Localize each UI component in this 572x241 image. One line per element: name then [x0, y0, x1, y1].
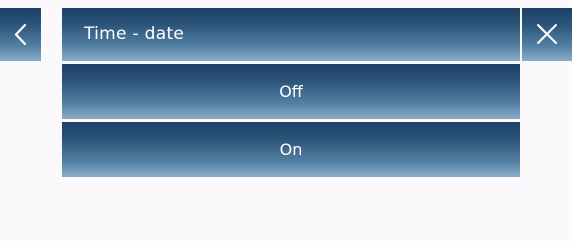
option-off-label: Off: [279, 82, 303, 101]
title-bar: Time - date: [62, 8, 520, 61]
back-button[interactable]: [0, 8, 41, 61]
close-button[interactable]: [522, 8, 572, 61]
option-on-label: On: [279, 140, 303, 159]
option-off-button[interactable]: Off: [62, 64, 520, 119]
page-title: Time - date: [84, 24, 185, 44]
option-on-button[interactable]: On: [62, 122, 520, 177]
close-icon: [522, 8, 572, 61]
chevron-left-icon: [0, 8, 41, 61]
